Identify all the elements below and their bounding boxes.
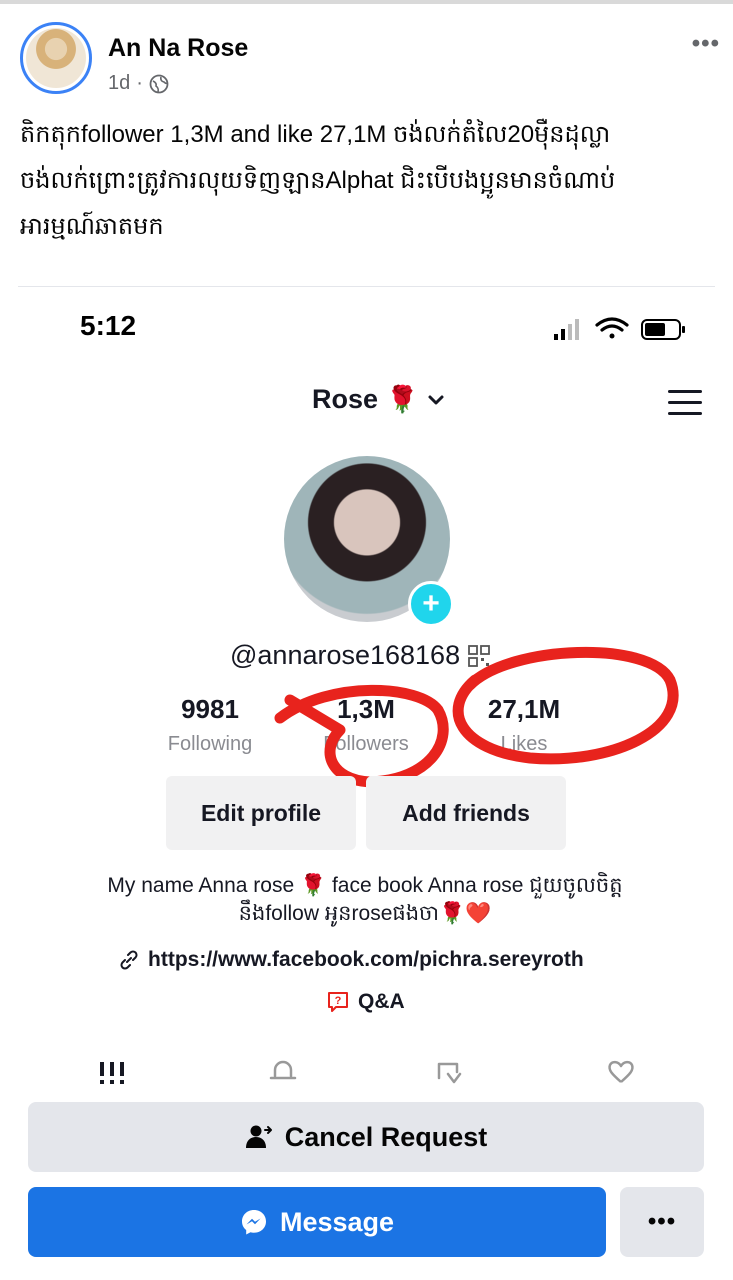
profile-name: Rose — [312, 384, 379, 414]
edit-profile-button[interactable]: Edit profile — [166, 776, 356, 850]
qr-code-icon[interactable] — [468, 644, 490, 667]
stat-value: 9981 — [181, 694, 239, 724]
profile-bio: My name Anna rose 🌹 face book Anna rose … — [40, 872, 690, 928]
svg-text:?: ? — [335, 995, 342, 1007]
username: @annarose168168 — [230, 640, 461, 670]
stat-value: 1,3M — [337, 694, 395, 724]
videos-grid-tab-icon[interactable] — [96, 1058, 130, 1088]
author-name[interactable]: An Na Rose — [108, 34, 248, 63]
post-text-line: អារម្មណ៍ឆាតមក — [20, 213, 164, 240]
add-avatar-plus-icon[interactable]: + — [408, 581, 454, 627]
globe-icon — [149, 74, 169, 93]
link-icon — [120, 950, 138, 970]
battery-icon — [641, 319, 685, 340]
add-friends-button[interactable]: Add friends — [366, 776, 566, 850]
private-lock-tab-icon[interactable] — [266, 1058, 300, 1088]
cancel-request-label: Cancel Request — [284, 1121, 488, 1152]
post-text: តិកតុកfollower 1,3M and like 27,1M ចង់លក… — [20, 112, 720, 250]
post-meta: 1d · — [108, 72, 169, 95]
message-button[interactable]: Message — [28, 1187, 606, 1257]
reposts-tab-icon[interactable] — [434, 1058, 468, 1088]
cancel-request-button[interactable]: Cancel Request — [28, 1102, 704, 1172]
author-avatar[interactable] — [20, 22, 92, 94]
post-time[interactable]: 1d — [108, 72, 130, 95]
username-row: @annarose168168 — [230, 640, 490, 671]
chevron-down-icon — [428, 395, 444, 404]
stat-label: Following — [167, 733, 253, 755]
message-label: Message — [279, 1206, 395, 1237]
stat-followers[interactable]: 1,3M Followers — [306, 694, 426, 756]
signal-icon — [554, 319, 579, 340]
stat-label: Followers — [323, 733, 409, 755]
rose-emoji: 🌹 — [386, 384, 419, 414]
stat-following[interactable]: 9981 Following — [150, 694, 270, 756]
status-icons — [554, 317, 685, 340]
post-text-line: ចង់លក់ព្រោះត្រូវការលុយទិញឡានAlphat ជិះបើ… — [20, 167, 616, 194]
profile-name-dropdown[interactable]: Rose 🌹 — [312, 384, 446, 415]
stat-label: Likes — [500, 733, 548, 755]
meta-separator: · — [136, 72, 143, 94]
post-text-line: តិកតុកfollower 1,3M and like 27,1M ចង់លក… — [20, 121, 611, 148]
bio-line: My name Anna rose 🌹 face book Anna rose … — [107, 874, 623, 897]
bio-line: នឹងfollow អូនroseផងចា🌹❤️ — [238, 902, 492, 925]
bio-link[interactable]: https://www.facebook.com/pichra.sereyrot… — [118, 948, 584, 972]
hamburger-menu-icon[interactable] — [668, 390, 702, 418]
stat-value: 27,1M — [487, 694, 561, 724]
wifi-icon — [595, 317, 629, 339]
qa-link[interactable]: ? Q&A — [326, 990, 405, 1014]
more-options-button[interactable]: ••• — [620, 1187, 704, 1257]
stat-likes[interactable]: 27,1M Likes — [464, 694, 584, 756]
post-more-button[interactable]: ••• — [692, 30, 720, 58]
person-pending-icon — [245, 1125, 272, 1148]
qa-label: Q&A — [358, 990, 405, 1013]
messenger-icon — [241, 1210, 266, 1235]
top-divider — [0, 0, 733, 4]
post-divider — [18, 286, 715, 287]
status-time: 5:12 — [80, 310, 137, 341]
post-header: An Na Rose 1d · ••• — [20, 22, 720, 102]
question-bubble-icon: ? — [328, 992, 348, 1012]
bio-link-text: https://www.facebook.com/pichra.sereyrot… — [148, 948, 584, 971]
liked-heart-tab-icon[interactable] — [604, 1058, 638, 1088]
